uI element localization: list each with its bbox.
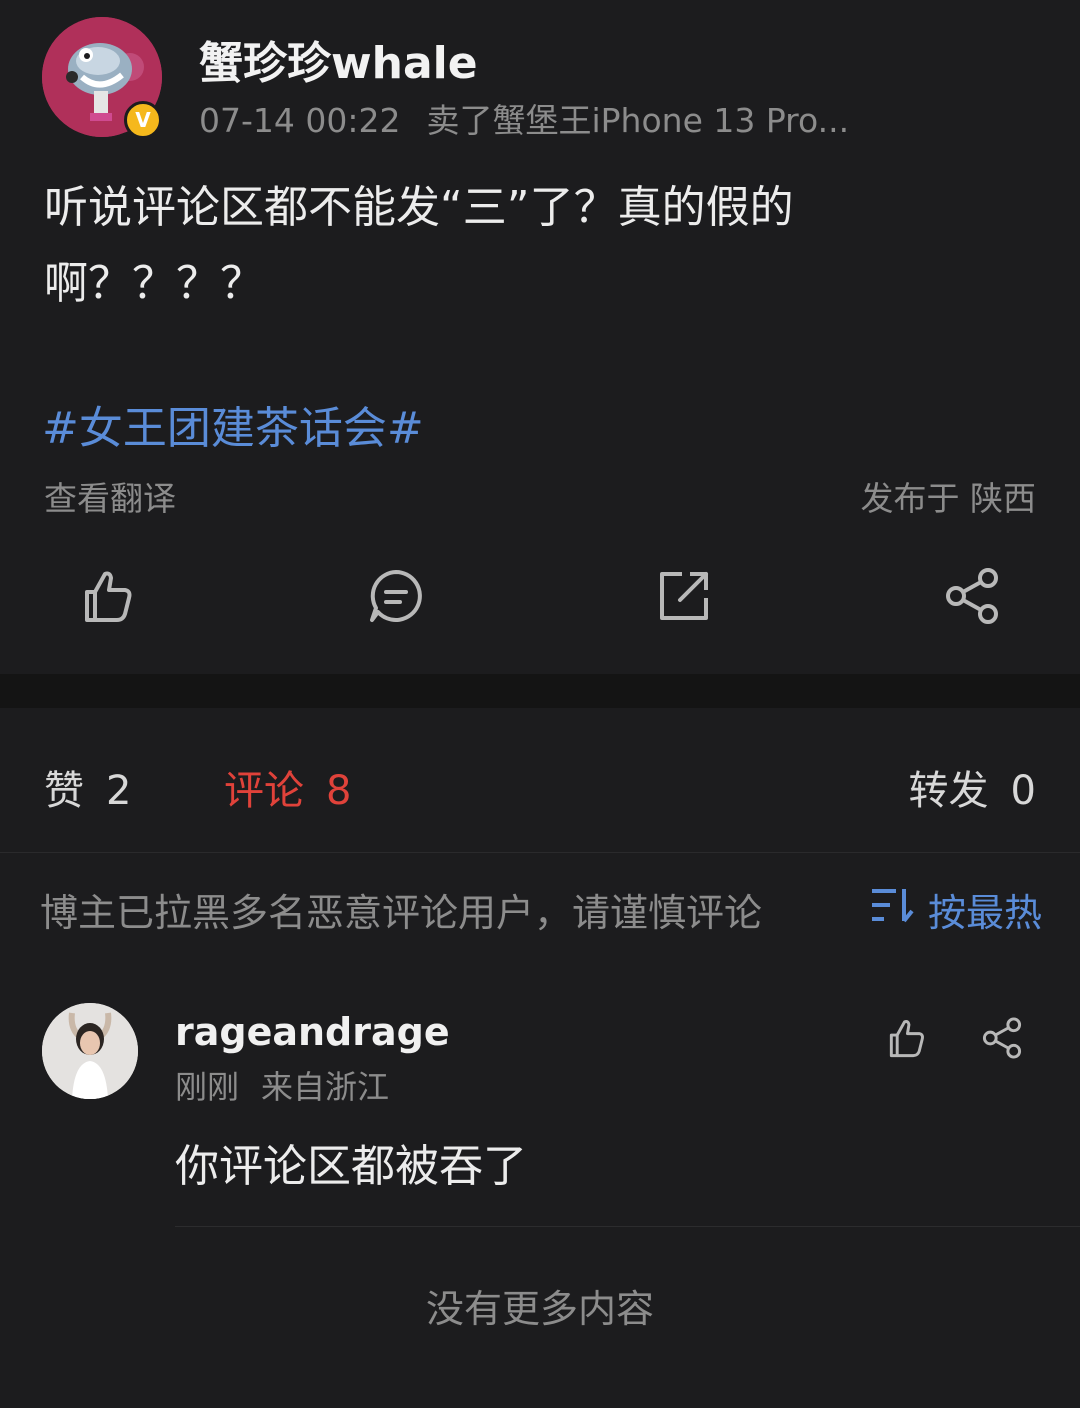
post-meta: 07-14 00:22 卖了蟹堡王iPhone 13 Pro...: [199, 94, 849, 142]
comments-count: 8: [326, 768, 352, 814]
repost-icon: [660, 572, 708, 620]
post-timestamp: 07-14 00:22: [199, 101, 401, 140]
sort-button[interactable]: 按最热: [870, 882, 1042, 937]
verified-badge-icon: V: [124, 101, 162, 139]
like-icon: [85, 571, 132, 622]
comment-time: 刚刚: [175, 1068, 240, 1106]
author-name[interactable]: 蟹珍珍whale: [199, 27, 478, 91]
tab-reposts[interactable]: 转发 0: [909, 758, 1036, 816]
tab-likes[interactable]: 赞2: [44, 758, 131, 816]
repost-button[interactable]: [654, 566, 714, 626]
sort-icon: [870, 887, 914, 932]
post-card: V 蟹珍珍whale 07-14 00:22 卖了蟹堡王iPhone 13 Pro…: [0, 0, 1080, 674]
comment-button[interactable]: [366, 566, 426, 626]
share-icon: [982, 1017, 1022, 1059]
tab-comments[interactable]: 评论 8: [224, 758, 351, 816]
post-location: 发布于 陕西: [860, 479, 1037, 518]
commenter-avatar-image: [42, 1003, 138, 1099]
comment-meta: 刚刚 来自浙江: [175, 1062, 389, 1108]
commenter-avatar[interactable]: [42, 1003, 138, 1099]
like-icon: [889, 1020, 924, 1058]
reposts-label: 转发: [908, 768, 989, 814]
section-divider: [0, 674, 1080, 708]
share-button[interactable]: [942, 566, 1002, 626]
reposts-count: 0: [1010, 768, 1036, 814]
like-button[interactable]: [77, 566, 137, 626]
stats-bar: 赞2 评论 8 转发 0: [0, 708, 1080, 853]
comment-notice: 博主已拉黑多名恶意评论用户，请谨慎评论: [40, 891, 763, 935]
likes-label: 赞: [44, 768, 84, 814]
sort-label: 按最热: [927, 891, 1042, 935]
post-text: 听说评论区都不能发“三”了？真的假的啊？？？？: [44, 182, 794, 309]
share-icon: [946, 568, 998, 624]
likes-count: 2: [106, 768, 132, 814]
comment-text: 你评论区都被吞了: [175, 1141, 527, 1192]
commenter-name[interactable]: rageandrage: [175, 1010, 450, 1054]
comment-like-button[interactable]: [884, 1016, 928, 1060]
comments-label: 评论: [224, 768, 304, 814]
comment-location: 来自浙江: [261, 1068, 390, 1106]
translate-link[interactable]: 查看翻译: [44, 472, 176, 520]
end-of-list-text: 没有更多内容: [425, 1287, 654, 1331]
hashtag-link[interactable]: #女王团建茶话会#: [42, 392, 424, 456]
comment-share-button[interactable]: [980, 1016, 1024, 1060]
post-device: 卖了蟹堡王iPhone 13 Pro...: [426, 101, 850, 140]
comment-divider: [175, 1226, 1080, 1227]
comment-icon: [370, 570, 422, 622]
